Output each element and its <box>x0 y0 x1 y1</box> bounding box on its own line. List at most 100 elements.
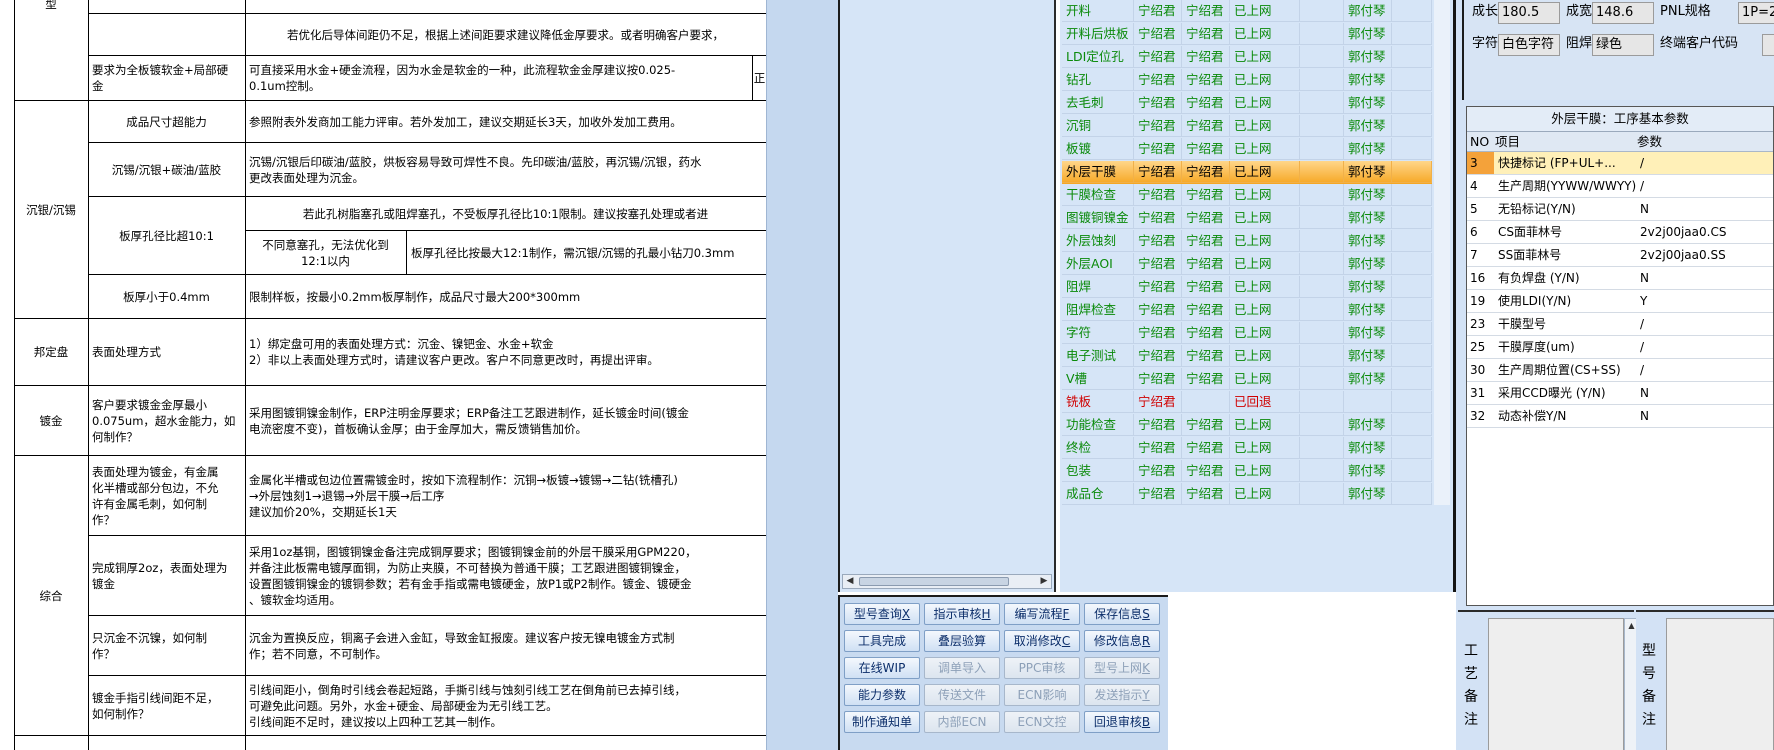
section-label-zonghe: 综合 <box>39 588 63 603</box>
online-wip-button[interactable]: 在线WIP <box>844 657 920 679</box>
process-step-row[interactable]: 外层蚀刻 宁绍君 宁绍君 已上网 郭付琴 <box>1062 230 1432 253</box>
soldermask-field[interactable]: 绿色 <box>1592 34 1654 56</box>
process-cell-reviewer: 宁绍君 <box>1182 322 1230 344</box>
process-cell-step-name: 电子测试 <box>1062 345 1134 367</box>
import-order-button[interactable]: 调单导入 <box>924 657 1000 679</box>
process-step-row[interactable]: 成品仓 宁绍君 宁绍君 已上网 郭付琴 <box>1062 483 1432 506</box>
ppc-review-button[interactable]: PPC审核 <box>1004 657 1080 679</box>
process-step-row[interactable]: 电子测试 宁绍君 宁绍君 已上网 郭付琴 <box>1062 345 1432 368</box>
process-step-row[interactable]: 沉铜 宁绍君 宁绍君 已上网 郭付琴 <box>1062 115 1432 138</box>
end-customer-code-label: 终端客户代码 <box>1660 36 1739 51</box>
cancel-edit-button[interactable]: 取消修改C <box>1004 630 1080 652</box>
param-cell-item: 快捷标记 (FP+UL+... <box>1498 156 1616 170</box>
process-step-row[interactable]: 板镀 宁绍君 宁绍君 已上网 郭付琴 <box>1062 138 1432 161</box>
process-params-table: 外层干膜：工序基本参数 NO 项目 参数 3 快捷标记 (FP+UL+... / 4 生… <box>1466 106 1774 606</box>
doc-row-problem: 板厚小于0.4mm <box>123 289 210 304</box>
end-customer-code-field[interactable] <box>1762 34 1774 56</box>
silkscreen-field[interactable]: 白色字符 <box>1498 34 1560 56</box>
process-cell-reviewer: 宁绍君 <box>1182 23 1230 45</box>
process-step-row[interactable]: 开料 宁绍君 宁绍君 已上网 郭付琴 <box>1062 0 1432 23</box>
param-row[interactable]: 5 无铅标记(Y/N) N <box>1467 198 1773 221</box>
scroll-thumb[interactable] <box>859 577 1009 586</box>
process-step-row[interactable]: 外层干膜 宁绍君 宁绍君 已上网 郭付琴 <box>1062 161 1432 184</box>
process-cell-status: 已上网 <box>1230 92 1300 114</box>
param-cell-item: 干膜厚度(um) <box>1498 340 1575 354</box>
process-step-row[interactable]: 图镀铜镍金 宁绍君 宁绍君 已上网 郭付琴 <box>1062 207 1432 230</box>
process-step-row[interactable]: 外层AOI 宁绍君 宁绍君 已上网 郭付琴 <box>1062 253 1432 276</box>
pnl-spec-field[interactable]: 1P=2S <box>1738 2 1774 24</box>
model-notes-textarea[interactable] <box>1666 618 1774 750</box>
param-row[interactable]: 23 干膜型号 / <box>1467 313 1773 336</box>
process-notes-textarea[interactable] <box>1488 618 1624 750</box>
stackup-check-button[interactable]: 叠层验算 <box>924 630 1000 652</box>
process-step-row[interactable]: 终检 宁绍君 宁绍君 已上网 郭付琴 <box>1062 437 1432 460</box>
param-row[interactable]: 7 SS面菲林号 2v2j00jaa0.SS <box>1467 244 1773 267</box>
process-cell-approver: 郭付琴 <box>1344 345 1392 367</box>
process-cell-status: 已上网 <box>1230 230 1300 252</box>
edit-info-button[interactable]: 修改信息R <box>1084 630 1160 652</box>
param-row[interactable]: 31 采用CCD曝光 (Y/N) N <box>1467 382 1773 405</box>
process-step-row[interactable]: 铣板 宁绍君 已回退 <box>1062 391 1432 414</box>
process-step-row[interactable]: 开料后烘板 宁绍君 宁绍君 已上网 郭付琴 <box>1062 23 1432 46</box>
param-row[interactable]: 32 动态补偿Y/N N <box>1467 405 1773 428</box>
model-query-button[interactable]: 型号查询X <box>844 603 920 625</box>
horizontal-scrollbar[interactable]: ◀ ▶ <box>842 574 1052 589</box>
production-notice-button[interactable]: 制作通知单 <box>844 711 920 733</box>
param-cell-value: / <box>1640 363 1645 377</box>
param-row[interactable]: 30 生产周期位置(CS+SS) / <box>1467 359 1773 382</box>
process-cell-status: 已上网 <box>1230 138 1300 160</box>
doc-row-problem: 镀金手指引线间距不足， 如何制作？ <box>92 690 219 721</box>
process-step-row[interactable]: 去毛刺 宁绍君 宁绍君 已上网 郭付琴 <box>1062 92 1432 115</box>
param-row[interactable]: 3 快捷标记 (FP+UL+... / <box>1467 152 1773 175</box>
param-cell-no: 16 <box>1470 271 1486 285</box>
save-info-button[interactable]: 保存信息S <box>1084 603 1160 625</box>
param-row[interactable]: 6 CS面菲林号 2v2j00jaa0.CS <box>1467 221 1773 244</box>
model-online-button[interactable]: 型号上网K <box>1084 657 1160 679</box>
param-cell-item: 生产周期(YYWW/WWYY) <box>1498 179 1637 193</box>
param-row[interactable]: 4 生产周期(YYWW/WWYY) / <box>1467 175 1773 198</box>
soldermask-label: 阻焊 <box>1566 36 1593 51</box>
process-step-row[interactable]: LDI定位孔 宁绍君 宁绍君 已上网 郭付琴 <box>1062 46 1432 69</box>
process-cell-engineer: 宁绍君 <box>1134 437 1182 459</box>
scroll-left-icon[interactable]: ◀ <box>844 576 856 587</box>
tool-complete-button[interactable]: 工具完成 <box>844 630 920 652</box>
rollback-review-button[interactable]: 回退审核B <box>1084 711 1160 733</box>
process-step-row[interactable]: 干膜检查 宁绍君 宁绍君 已上网 郭付琴 <box>1062 184 1432 207</box>
param-cell-value: / <box>1640 156 1645 170</box>
process-step-row[interactable]: 包装 宁绍君 宁绍君 已上网 郭付琴 <box>1062 460 1432 483</box>
process-cell-status: 已上网 <box>1230 368 1300 390</box>
ecn-doc-control-button[interactable]: ECN文控 <box>1004 711 1080 733</box>
finished-width-field[interactable]: 148.6 <box>1592 2 1654 24</box>
process-cell-status: 已回退 <box>1230 391 1300 413</box>
process-step-row[interactable]: 功能检查 宁绍君 宁绍君 已上网 郭付琴 <box>1062 414 1432 437</box>
doc-row-extra: 正 <box>753 71 766 85</box>
transfer-file-button[interactable]: 传送文件 <box>924 684 1000 706</box>
process-cell-approver: 郭付琴 <box>1344 69 1392 91</box>
horizontal-scrollbar[interactable] <box>1060 574 1064 589</box>
finished-length-field[interactable]: 180.5 <box>1498 2 1560 24</box>
board-spec-fields: 成长 180.5 成宽 148.6 PNL规格 1P=2S 字符 白色字符 阻焊… <box>1462 0 1774 100</box>
internal-ecn-button[interactable]: 内部ECN <box>924 711 1000 733</box>
process-cell-engineer: 宁绍君 <box>1134 23 1182 45</box>
process-step-row[interactable]: 阻焊 宁绍君 宁绍君 已上网 郭付琴 <box>1062 276 1432 299</box>
param-row[interactable]: 19 使用LDI(Y/N) Y <box>1467 290 1773 313</box>
process-step-row[interactable]: 阻焊检查 宁绍君 宁绍君 已上网 郭付琴 <box>1062 299 1432 322</box>
send-instruction-button[interactable]: 发送指示Y <box>1084 684 1160 706</box>
capability-params-button[interactable]: 能力参数 <box>844 684 920 706</box>
process-step-row[interactable]: V槽 宁绍君 宁绍君 已上网 郭付琴 <box>1062 368 1432 391</box>
write-flow-button[interactable]: 编写流程F <box>1004 603 1080 625</box>
process-cell-step-name: 外层蚀刻 <box>1062 230 1134 252</box>
doc-row-text: 若优化后导体间距仍不足，根据上述间距要求建议降低金厚要求。或者明确客户要求， <box>287 27 724 42</box>
splitter[interactable] <box>1054 0 1056 592</box>
instruction-review-button[interactable]: 指示审核H <box>924 603 1000 625</box>
param-row[interactable]: 25 干膜厚度(um) / <box>1467 336 1773 359</box>
ecn-impact-button[interactable]: ECN影响 <box>1004 684 1080 706</box>
process-step-row[interactable]: 字符 宁绍君 宁绍君 已上网 郭付琴 <box>1062 322 1432 345</box>
param-cell-item: 动态补偿Y/N <box>1498 409 1567 423</box>
process-cell-empty <box>1300 184 1344 206</box>
process-step-row[interactable]: 钻孔 宁绍君 宁绍君 已上网 郭付琴 <box>1062 69 1432 92</box>
doc-row-solution: 采用图镀铜镍金制作，ERP注明金厚要求；ERP备注工艺跟进制作，延长镀金时间(镀… <box>249 405 689 436</box>
scroll-right-icon[interactable]: ▶ <box>1038 576 1050 587</box>
param-row[interactable]: 16 有负焊盘 (Y/N) N <box>1467 267 1773 290</box>
param-cell-no: 25 <box>1470 340 1486 354</box>
